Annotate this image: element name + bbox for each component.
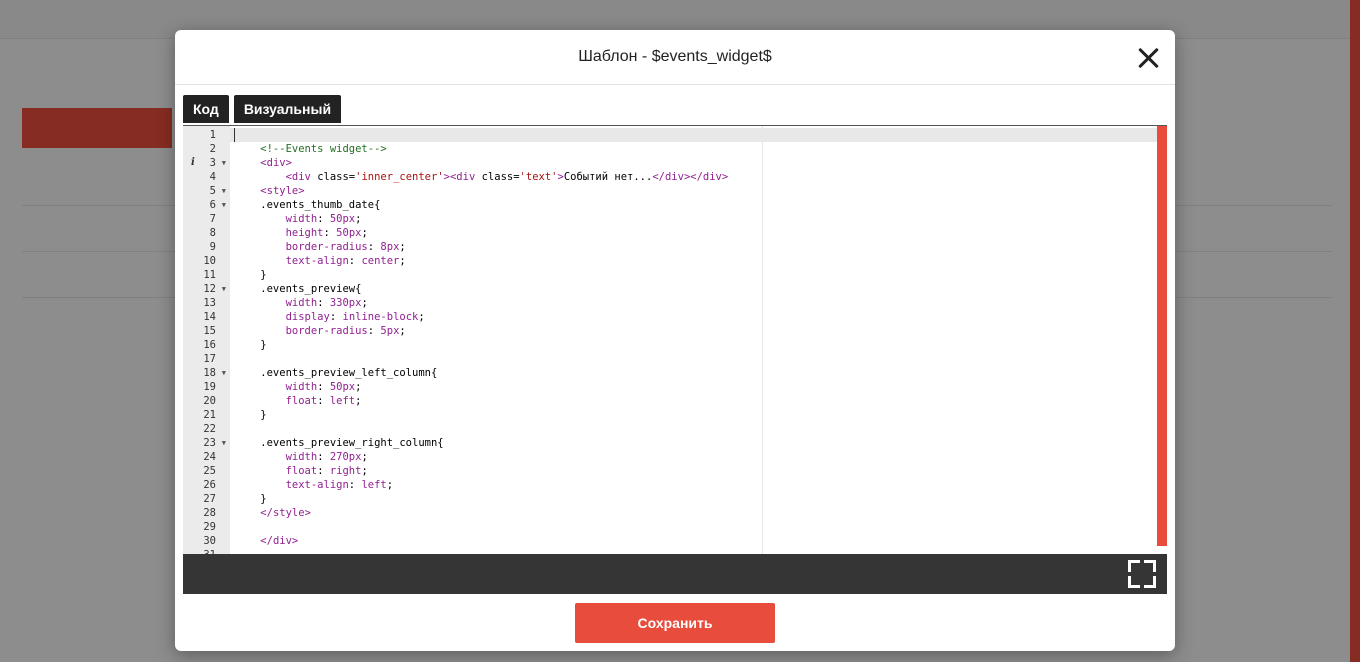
template-modal: Шаблон - $events_widget$ Код Визуальный … xyxy=(175,30,1175,651)
editor-tabs: Код Визуальный xyxy=(183,95,342,123)
tab-visual[interactable]: Визуальный xyxy=(233,95,342,123)
code-line: } xyxy=(235,409,267,421)
code-line: <div> xyxy=(260,157,292,169)
modal-title: Шаблон - $events_widget$ xyxy=(578,48,772,65)
line-number: 9 xyxy=(209,241,216,253)
code-line: border-radius: 5px; xyxy=(285,325,406,337)
line-number: 23 ▼ xyxy=(203,436,226,450)
line-number: 27 xyxy=(203,493,216,505)
line-number: 17 xyxy=(203,353,216,365)
fullscreen-icon[interactable] xyxy=(1128,560,1156,588)
tab-code[interactable]: Код xyxy=(183,95,229,123)
code-editor[interactable]: 1 2 3 ▼ i 4 5 ▼ 6 ▼ 7 8 9 10 11 12 ▼ 13 14 15 16 17 18 ▼ 19 20 21 2… xyxy=(183,125,1167,594)
code-line: width: 270px; xyxy=(285,451,368,463)
line-number: 14 xyxy=(203,311,216,323)
line-number: 16 xyxy=(203,339,216,351)
code-line: } xyxy=(235,493,267,505)
line-number: 8 xyxy=(209,227,216,239)
code-line: width: 50px; xyxy=(285,381,362,393)
line-number: 10 xyxy=(203,255,216,267)
line-number: 6 ▼ xyxy=(209,198,226,212)
editor-footer xyxy=(183,554,1167,594)
line-number: 24 xyxy=(203,451,216,463)
line-number: 2 xyxy=(209,143,216,155)
fold-arrow-icon[interactable]: ▼ xyxy=(222,282,226,296)
line-number: 29 xyxy=(203,521,216,533)
code-lines: <!--Events widget--> <div> <div class='i… xyxy=(230,128,728,554)
line-number: 18 ▼ xyxy=(203,366,226,380)
fold-arrow-icon[interactable]: ▼ xyxy=(222,366,226,380)
editor-gutter: 1 2 3 ▼ i 4 5 ▼ 6 ▼ 7 8 9 10 11 12 ▼ 13 14 15 16 17 18 ▼ 19 20 21 2… xyxy=(183,126,230,561)
modal-header: Шаблон - $events_widget$ xyxy=(175,30,1175,85)
line-number: 4 xyxy=(209,171,216,183)
line-number: 12 ▼ xyxy=(203,282,226,296)
close-icon[interactable] xyxy=(1137,47,1159,69)
code-line: float: right; xyxy=(285,465,368,477)
fold-arrow-icon[interactable]: ▼ xyxy=(222,156,226,170)
text-cursor xyxy=(234,128,235,142)
code-line: height: 50px; xyxy=(285,227,368,239)
code-line: </div> xyxy=(260,535,299,547)
line-number: 7 xyxy=(209,213,216,225)
code-line: width: 330px; xyxy=(285,297,368,309)
line-number: 15 xyxy=(203,325,216,337)
code-line: .events_preview_left_column{ xyxy=(235,367,438,379)
info-icon: i xyxy=(191,157,195,168)
line-number: 3 ▼ i xyxy=(191,156,226,170)
line-number: 19 xyxy=(203,381,216,393)
code-line: } xyxy=(235,269,267,281)
code-line: text-align: center; xyxy=(285,255,406,267)
line-number: 28 xyxy=(203,507,216,519)
code-line: .events_preview{ xyxy=(235,283,362,295)
code-line: <div class='inner_center'><div class='te… xyxy=(285,171,729,183)
code-line: .events_thumb_date{ xyxy=(235,199,381,211)
code-line: </style> xyxy=(260,507,311,519)
editor-scrollbar[interactable] xyxy=(1157,126,1167,546)
code-line: <!--Events widget--> xyxy=(235,143,387,155)
code-area[interactable]: <!--Events widget--> <div> <div class='i… xyxy=(230,126,1157,554)
line-number: 26 xyxy=(203,479,216,491)
code-line: float: left; xyxy=(285,395,362,407)
code-line: <style> xyxy=(260,185,305,197)
save-button[interactable]: Сохранить xyxy=(575,603,775,643)
code-line: width: 50px; xyxy=(285,213,362,225)
code-line: display: inline-block; xyxy=(285,311,425,323)
line-number: 22 xyxy=(203,423,216,435)
line-number: 13 xyxy=(203,297,216,309)
line-number: 30 xyxy=(203,535,216,547)
fold-arrow-icon[interactable]: ▼ xyxy=(222,198,226,212)
line-number: 25 xyxy=(203,465,216,477)
code-line: } xyxy=(235,339,267,351)
line-number: 5 ▼ xyxy=(209,184,226,198)
fold-arrow-icon[interactable]: ▼ xyxy=(222,184,226,198)
line-number: 1 xyxy=(209,129,216,141)
line-numbers: 1 2 3 ▼ i 4 5 ▼ 6 ▼ 7 8 9 10 11 12 ▼ 13 14 15 16 17 18 ▼ 19 20 21 2… xyxy=(183,128,230,562)
fold-arrow-icon[interactable]: ▼ xyxy=(222,436,226,450)
code-line: .events_preview_right_column{ xyxy=(235,437,444,449)
line-number: 20 xyxy=(203,395,216,407)
print-margin xyxy=(762,126,763,554)
line-number: 11 xyxy=(203,269,216,281)
line-number: 21 xyxy=(203,409,216,421)
code-line: border-radius: 8px; xyxy=(285,241,406,253)
code-line: text-align: left; xyxy=(285,479,394,491)
